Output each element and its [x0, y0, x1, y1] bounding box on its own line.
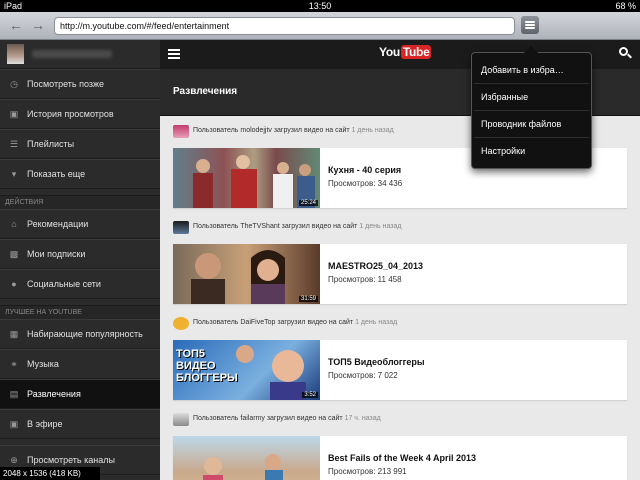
- sidebar-item-label: История просмотров: [27, 109, 114, 119]
- activity-line: Пользователь failarmy загрузил видео на …: [173, 412, 627, 428]
- channel-avatar[interactable]: [173, 125, 189, 138]
- sidebar-item-label: Набирающие популярность: [27, 329, 143, 339]
- activity-text: Пользователь molodejjtv загрузил видео н…: [193, 127, 350, 134]
- entertainment-icon: ▤: [9, 389, 19, 399]
- menu-item-favorites[interactable]: Избранные: [474, 84, 589, 111]
- activity-text: Пользователь TheTVShant загрузил видео н…: [193, 223, 358, 230]
- feed-item: Пользователь TheTVShant загрузил видео н…: [173, 220, 627, 312]
- browser-menu-button[interactable]: [521, 16, 539, 34]
- activity-time: 17 ч. назад: [344, 415, 381, 422]
- logo-tube-text: Tube: [400, 45, 432, 59]
- battery-label: 68 %: [615, 1, 636, 11]
- sidebar-item-label: Рекомендации: [27, 219, 89, 229]
- clock: 13:50: [308, 1, 332, 11]
- sidebar-item-watch-later[interactable]: ◷ Посмотреть позже: [0, 69, 160, 99]
- video-title[interactable]: Best Fails of the Week 4 April 2013: [328, 453, 476, 463]
- activity-line: Пользователь DaiFiveTop загрузил видео н…: [173, 316, 627, 332]
- menu-item-settings[interactable]: Настройки: [474, 138, 589, 165]
- playlist-icon: ☰: [9, 139, 19, 149]
- url-field[interactable]: http://m.youtube.com/#/feed/entertainmen…: [54, 17, 515, 35]
- search-icon[interactable]: [619, 47, 632, 60]
- fails-thumbnail-image: [203, 454, 283, 480]
- sidebar-item-show-more[interactable]: ▾ Показать еще: [0, 159, 160, 189]
- sidebar-item-label: Музыка: [27, 359, 59, 369]
- menu-item-add-favorite[interactable]: Добавить в избра…: [474, 57, 589, 84]
- view-count: Просмотров: 34 436: [328, 179, 403, 188]
- sidebar-item-history[interactable]: ▣ История просмотров: [0, 99, 160, 129]
- status-bar: iPad 13:50 68 %: [0, 0, 640, 12]
- video-thumbnail[interactable]: ТОП5 ВИДЕО БЛОГГЕРЫ 3:52: [173, 340, 320, 400]
- home-icon: ⌂: [11, 219, 17, 229]
- chevron-down-icon: ▾: [11, 169, 17, 179]
- channel-avatar[interactable]: [173, 413, 189, 426]
- headphones-icon: ⚭: [10, 359, 18, 369]
- activity-line: Пользователь TheTVShant загрузил видео н…: [173, 220, 627, 236]
- sidebar-item-label: Показать еще: [27, 169, 86, 179]
- clock-icon: ◷: [10, 79, 18, 89]
- video-thumbnail[interactable]: 25:24: [173, 148, 320, 208]
- view-count: Просмотров: 11 458: [328, 275, 402, 284]
- video-title[interactable]: MAESTRO25_04_2013: [328, 261, 423, 271]
- video-title[interactable]: ТОП5 Видеоблоггеры: [328, 357, 425, 367]
- video-thumbnail[interactable]: [173, 436, 320, 480]
- sidebar-item-music[interactable]: ⚭ Музыка: [0, 349, 160, 379]
- maestro-scene-image: [191, 250, 285, 304]
- activity-time: 1 день назад: [351, 127, 394, 134]
- video-duration: 31:59: [298, 296, 318, 302]
- sidebar-item-label: Плейлисты: [27, 139, 75, 149]
- view-count: Просмотров: 7 022: [328, 371, 398, 380]
- sidebar-item-subscriptions[interactable]: ▩ Мои подписки: [0, 239, 160, 269]
- menu-item-file-explorer[interactable]: Проводник файлов: [474, 111, 589, 138]
- image-info-label: 2048 x 1536 (418 KB): [0, 467, 100, 480]
- sidebar-item-label: Социальные сети: [27, 279, 101, 289]
- video-card[interactable]: ТОП5 ВИДЕО БЛОГГЕРЫ 3:52 ТОП5 Видеоблогг…: [173, 340, 627, 400]
- video-card[interactable]: 31:59 MAESTRO25_04_2013 Просмотров: 11 4…: [173, 244, 627, 304]
- thumbnail-text: ТОП5 ВИДЕО БЛОГГЕРЫ: [176, 348, 238, 384]
- section-header-actions: ДЕЙСТВИЯ: [0, 195, 160, 209]
- video-duration: 25:24: [298, 200, 318, 206]
- logo-you-text: You: [379, 45, 400, 59]
- section-header-best: ЛУЧШЕЕ НА YOUTUBE: [0, 305, 160, 319]
- sidebar-item-label: В эфире: [27, 419, 63, 429]
- sidebar-item-playlists[interactable]: ☰ Плейлисты: [0, 129, 160, 159]
- sidebar-item-label: Развлечения: [27, 389, 81, 399]
- sidebar: ◷ Посмотреть позже ▣ История просмотров …: [0, 40, 160, 480]
- trending-icon: ▦: [9, 329, 19, 339]
- feed-item: Пользователь failarmy загрузил видео на …: [173, 412, 627, 480]
- channel-avatar[interactable]: [173, 221, 189, 234]
- kitchen-scene-image: [173, 148, 320, 208]
- sidebar-item-trending[interactable]: ▦ Набирающие популярность: [0, 319, 160, 349]
- sidebar-item-recommendations[interactable]: ⌂ Рекомендации: [0, 209, 160, 239]
- activity-text: Пользователь DaiFiveTop загрузил видео н…: [193, 319, 354, 326]
- video-duration: 3:52: [302, 392, 318, 398]
- video-thumbnail[interactable]: 31:59: [173, 244, 320, 304]
- youtube-logo[interactable]: You Tube: [379, 45, 432, 61]
- sidebar-item-live[interactable]: ▣ В эфире: [0, 409, 160, 439]
- view-count: Просмотров: 213 991: [328, 467, 407, 476]
- social-icon: ●: [11, 279, 17, 289]
- hamburger-menu-icon[interactable]: [168, 48, 180, 60]
- browser-menu-popover: Добавить в избра… Избранные Проводник фа…: [471, 46, 592, 169]
- sidebar-item-label: Мои подписки: [27, 249, 86, 259]
- channel-avatar[interactable]: [173, 317, 189, 330]
- profile-row[interactable]: [0, 40, 160, 69]
- avatar: [7, 44, 24, 64]
- back-arrow-icon[interactable]: ←: [8, 17, 24, 33]
- forward-arrow-icon[interactable]: →: [30, 17, 46, 33]
- sidebar-item-entertainment[interactable]: ▤ Развлечения: [0, 379, 160, 409]
- video-card[interactable]: Best Fails of the Week 4 April 2013 Прос…: [173, 436, 627, 480]
- activity-time: 1 день назад: [359, 223, 402, 230]
- sidebar-item-label: Посмотреть позже: [27, 79, 105, 89]
- blurred-username: [32, 50, 112, 58]
- sidebar-item-social[interactable]: ● Социальные сети: [0, 269, 160, 299]
- popover-arrow: [524, 46, 538, 53]
- activity-time: 1 день назад: [355, 319, 398, 326]
- history-icon: ▣: [9, 109, 19, 119]
- live-icon: ▣: [9, 419, 19, 429]
- subscriptions-icon: ▩: [9, 249, 19, 259]
- feed-item: Пользователь DaiFiveTop загрузил видео н…: [173, 316, 627, 408]
- video-title[interactable]: Кухня - 40 серия: [328, 165, 401, 175]
- activity-text: Пользователь failarmy загрузил видео на …: [193, 415, 343, 422]
- browser-toolbar: ← → http://m.youtube.com/#/feed/entertai…: [0, 12, 640, 40]
